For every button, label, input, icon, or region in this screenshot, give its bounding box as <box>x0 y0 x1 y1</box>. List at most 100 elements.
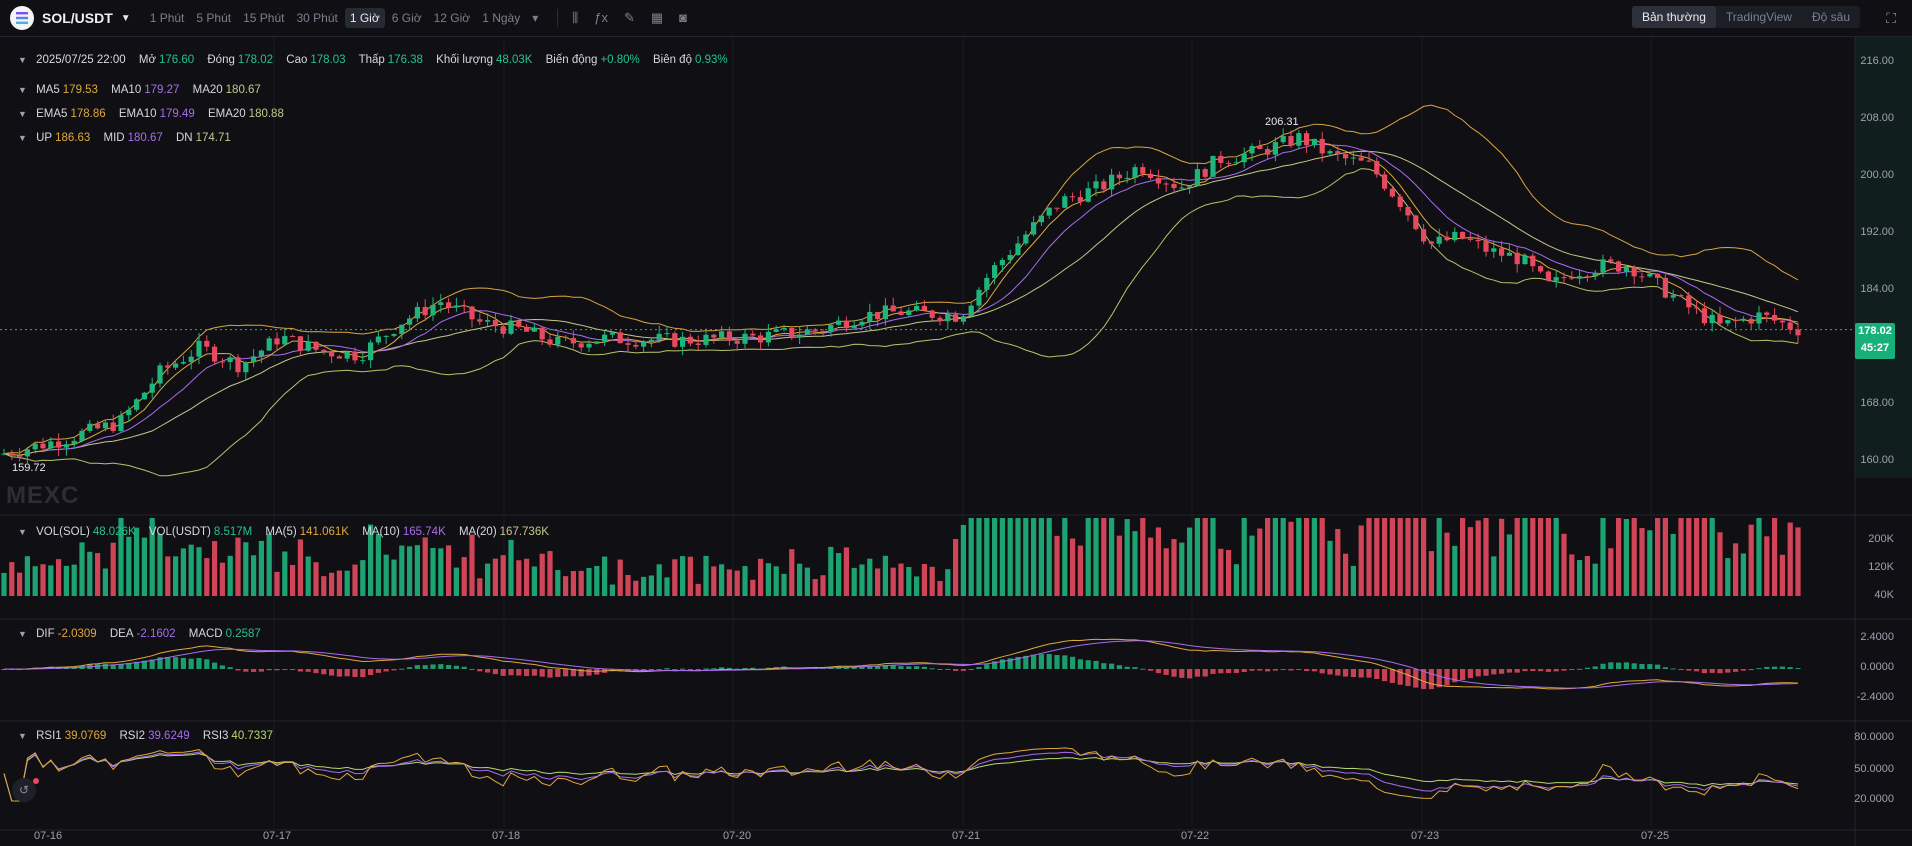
macd-bar <box>1733 669 1739 672</box>
time-tick: 07-17 <box>263 830 292 842</box>
interval-12h[interactable]: 12 Giờ <box>429 8 476 28</box>
volume-bar <box>906 567 912 596</box>
candle-body <box>1187 186 1193 188</box>
candle-body <box>282 336 288 345</box>
pair-name[interactable]: SOL/USDT <box>42 10 113 26</box>
fullscreen-icon[interactable]: ⛶ <box>1886 10 1896 27</box>
macd-bar <box>1764 666 1770 669</box>
candle-body <box>625 343 631 345</box>
macd-bar <box>1592 666 1598 669</box>
candle-body <box>344 351 350 359</box>
volume-bar <box>352 564 358 596</box>
candle-body <box>235 357 241 373</box>
volume-bar <box>1124 519 1130 596</box>
pair-dropdown-icon[interactable]: ▼ <box>121 13 131 24</box>
view-depth[interactable]: Độ sâu <box>1802 6 1860 28</box>
volume-bar <box>102 568 108 596</box>
volume-bar <box>867 558 873 596</box>
macd-bar <box>1194 669 1200 677</box>
volume-bar <box>375 533 381 596</box>
view-tradingview[interactable]: TradingView <box>1716 6 1802 28</box>
candle-body <box>703 334 709 345</box>
macd-bar <box>1077 659 1083 669</box>
macd-bar <box>1374 669 1380 679</box>
interval-1h[interactable]: 1 Giờ <box>344 8 385 28</box>
collapse-icon[interactable]: ▼ <box>18 133 27 143</box>
interval-1m[interactable]: 1 Phút <box>145 8 190 28</box>
volume-bar <box>1070 538 1076 596</box>
candle-type-icon[interactable]: ⫼ <box>572 10 578 26</box>
volume-bar <box>656 564 662 596</box>
candle-body <box>1428 241 1434 244</box>
candle-body <box>1272 142 1278 155</box>
volume-bar <box>290 565 296 596</box>
time-tick: 07-22 <box>1181 830 1210 842</box>
macd-bar <box>711 668 717 670</box>
rsi3-line <box>3 753 1799 802</box>
collapse-icon[interactable]: ▼ <box>18 109 27 119</box>
interval-30m[interactable]: 30 Phút <box>291 8 342 28</box>
volume-bar <box>563 576 569 596</box>
macd-bar <box>1366 669 1372 678</box>
interval-15m[interactable]: 15 Phút <box>238 8 289 28</box>
volume-bar <box>921 563 927 596</box>
collapse-icon[interactable]: ▼ <box>18 527 27 537</box>
candle-body <box>1678 295 1684 297</box>
volume-bar <box>1062 518 1068 596</box>
rsi1-line <box>3 747 1799 802</box>
indicator-icon[interactable]: ƒx <box>594 10 608 26</box>
volume-bar <box>742 566 748 596</box>
view-basic[interactable]: Bản thường <box>1631 6 1716 28</box>
boll-lower-line <box>3 168 1799 477</box>
macd-bar <box>1483 669 1489 676</box>
macd-bar <box>414 665 420 669</box>
candle-body <box>1584 276 1590 278</box>
interval-5m[interactable]: 5 Phút <box>191 8 236 28</box>
volume-bar <box>960 524 966 596</box>
interval-1d[interactable]: 1 Ngày <box>477 8 525 28</box>
macd-bar <box>695 669 701 670</box>
chart-canvas[interactable] <box>0 37 1912 846</box>
macd-bar <box>1109 663 1115 669</box>
candle-body <box>1491 248 1497 252</box>
macd-bar <box>336 669 342 677</box>
macd-bar <box>227 667 233 669</box>
collapse-icon[interactable]: ▼ <box>18 731 27 741</box>
macd-bar <box>196 658 202 669</box>
macd-bar <box>368 669 374 676</box>
macd-bar <box>1054 655 1060 669</box>
candle-body <box>1748 318 1754 324</box>
candle-body <box>87 423 93 431</box>
ohlc-legend: ▼ 2025/07/25 22:00 Mở 176.60 Đóng 178.02 C… <box>18 54 728 66</box>
volume-bar <box>594 565 600 596</box>
camera-icon[interactable]: ◙ <box>679 10 687 26</box>
macd-bar <box>547 669 553 678</box>
candle-body <box>508 320 514 334</box>
layout-icon[interactable]: ▦ <box>651 10 663 26</box>
candle-body <box>1015 243 1021 255</box>
volume-bar <box>1647 530 1653 596</box>
volume-bar <box>789 549 795 596</box>
macd-bar <box>329 669 335 676</box>
volume-bar <box>859 564 865 596</box>
collapse-icon[interactable]: ▼ <box>18 85 27 95</box>
macd-bar <box>219 665 225 669</box>
volume-bar <box>1054 535 1060 596</box>
macd-bar <box>664 668 670 670</box>
macd-bar <box>742 667 748 669</box>
interval-more-icon[interactable]: ▾ <box>527 8 543 28</box>
macd-bar <box>1460 669 1466 681</box>
macd-bar <box>313 669 319 674</box>
collapse-icon[interactable]: ▼ <box>18 55 27 65</box>
volume-bar <box>609 584 615 596</box>
draw-icon[interactable]: ✎ <box>624 10 635 26</box>
volume-bar <box>1460 518 1466 596</box>
interval-6h[interactable]: 6 Giờ <box>387 8 427 28</box>
collapse-icon[interactable]: ▼ <box>18 629 27 639</box>
volume-bar <box>625 574 631 596</box>
volume-bar <box>500 555 506 596</box>
candle-body <box>1655 273 1661 278</box>
candle-body <box>305 341 311 351</box>
candle-body <box>118 415 124 431</box>
candle-body <box>1132 167 1138 178</box>
